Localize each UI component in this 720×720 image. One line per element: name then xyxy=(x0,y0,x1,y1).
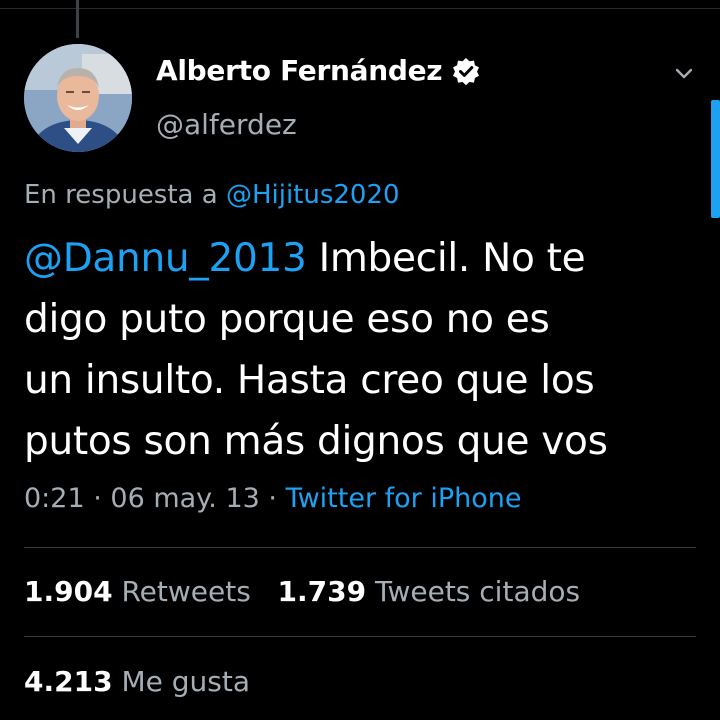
likes-count: 4.213 xyxy=(24,665,113,698)
engagement-stats-row: 1.904 Retweets 1.739 Tweets citados xyxy=(24,575,580,608)
avatar[interactable] xyxy=(24,44,132,152)
tweet-line: un insulto. Hasta creo que los xyxy=(24,358,595,403)
chevron-down-icon[interactable] xyxy=(672,62,696,86)
tweet-line: putos son más dignos que vos xyxy=(24,419,608,464)
tweet-line: digo puto porque eso no es xyxy=(24,297,550,342)
scrollbar-thumb[interactable] xyxy=(711,100,720,218)
meta-separator: · xyxy=(84,483,111,514)
retweets-stat[interactable]: 1.904 Retweets xyxy=(24,575,251,608)
tweet-date: 06 may. 13 xyxy=(110,483,260,514)
tweet-line: @Dannu_2013 Imbecil. No te xyxy=(24,228,684,289)
retweets-count: 1.904 xyxy=(24,575,113,608)
retweets-label: Retweets xyxy=(121,575,251,608)
divider xyxy=(24,636,696,637)
tweet-text: @Dannu_2013 Imbecil. No te digo puto por… xyxy=(24,228,684,472)
divider xyxy=(24,547,696,548)
quotes-count: 1.739 xyxy=(277,575,367,608)
likes-stat[interactable]: 4.213 Me gusta xyxy=(24,665,250,698)
tweet-meta: 0:21 · 06 may. 13 · Twitter for iPhone xyxy=(24,483,522,514)
tweet-source-link[interactable]: Twitter for iPhone xyxy=(286,483,522,514)
top-divider xyxy=(0,8,720,9)
reply-to-link[interactable]: @Hijitus2020 xyxy=(226,180,400,210)
quotes-stat[interactable]: 1.739 Tweets citados xyxy=(278,575,581,608)
tweet-time: 0:21 xyxy=(24,483,85,514)
likes-label: Me gusta xyxy=(121,665,251,698)
meta-separator: · xyxy=(259,483,286,514)
mention-link[interactable]: @Dannu_2013 xyxy=(24,236,307,281)
reply-context: En respuesta a @Hijitus2020 xyxy=(24,180,400,210)
quotes-label: Tweets citados xyxy=(375,575,581,608)
author-display-name[interactable]: Alberto Fernández xyxy=(156,54,480,87)
tweet-line-text: Imbecil. No te xyxy=(306,236,586,281)
verified-badge-icon xyxy=(452,57,480,85)
author-name-text: Alberto Fernández xyxy=(156,54,443,87)
author-handle[interactable]: @alferdez xyxy=(156,108,297,141)
thread-connector-line xyxy=(76,0,79,38)
reply-prefix: En respuesta a xyxy=(24,180,226,210)
